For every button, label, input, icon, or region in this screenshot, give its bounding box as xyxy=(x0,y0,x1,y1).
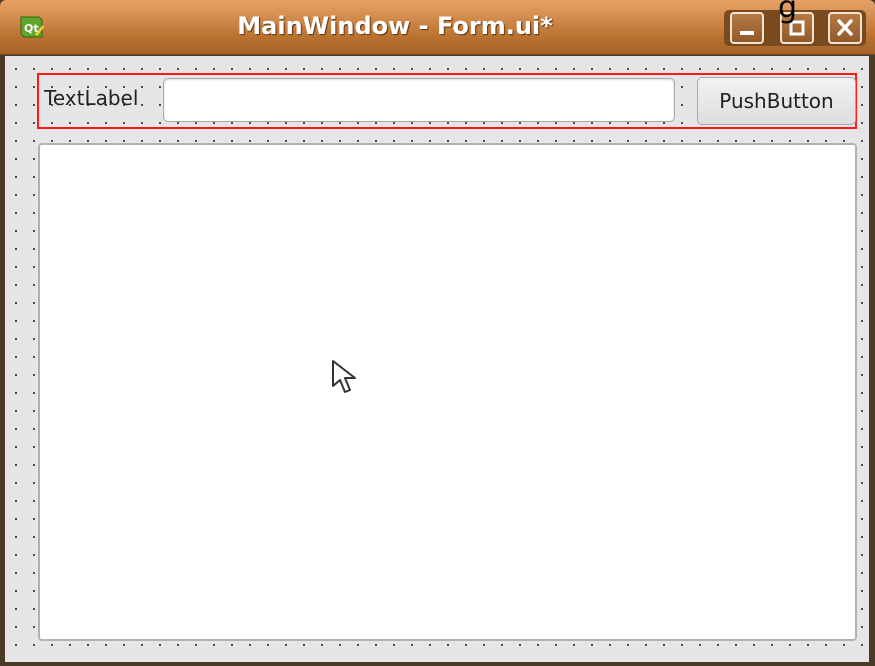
text-label[interactable]: TextLabel xyxy=(44,86,138,110)
partial-text-fragment: g xyxy=(778,0,798,25)
push-button[interactable]: PushButton xyxy=(697,77,856,125)
minimize-button[interactable] xyxy=(730,12,764,44)
close-button[interactable] xyxy=(828,12,862,44)
title-bar[interactable]: Qt MainWindow - Form.ui* xyxy=(0,0,875,55)
text-edit-area[interactable] xyxy=(38,143,857,641)
line-edit-input[interactable] xyxy=(163,78,675,122)
form-canvas: TextLabel PushButton xyxy=(5,56,869,662)
window-title: MainWindow - Form.ui* xyxy=(237,12,553,40)
main-window: Qt MainWindow - Form.ui* g TextLabel Pus… xyxy=(0,0,875,666)
qt-icon[interactable]: Qt xyxy=(18,14,44,40)
arrow-cursor-icon xyxy=(330,358,360,400)
